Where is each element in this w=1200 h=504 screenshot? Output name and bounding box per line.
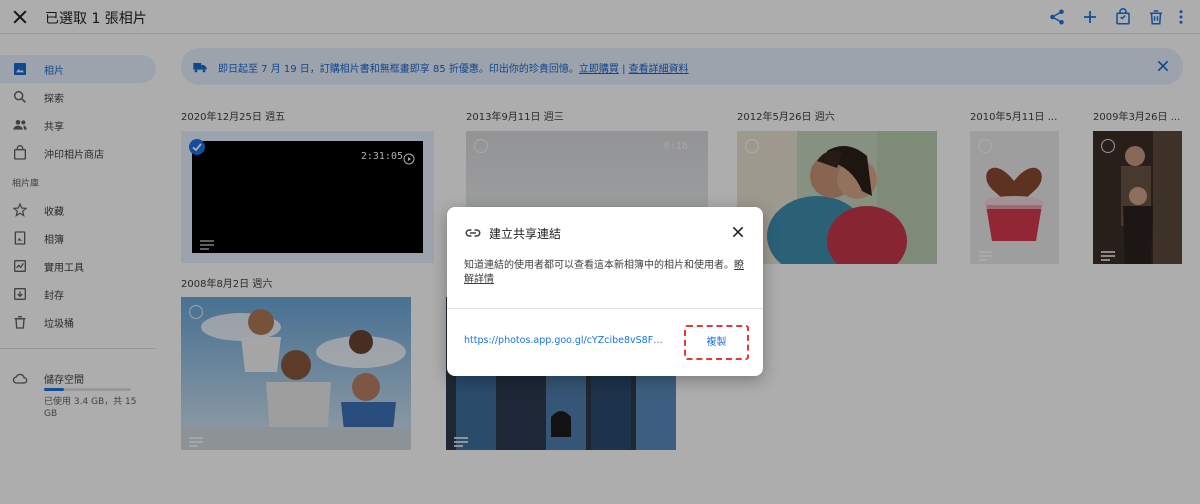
share-url[interactable]: https://photos.app.goo.gl/cYZcibe8vS8Fj.… bbox=[464, 335, 664, 346]
link-icon bbox=[464, 224, 482, 242]
dialog-description: 知道連結的使用者都可以查看這本新相簿中的相片和使用者。瞭解詳情 bbox=[464, 259, 748, 287]
google-photos-app: 已選取 1 張相片 相片 探索 共享 沖印相片商店 相片庫 收藏 相簿 實用工具… bbox=[0, 0, 1200, 504]
dialog-title: 建立共享連結 bbox=[489, 227, 562, 241]
dialog-close-icon[interactable] bbox=[730, 224, 746, 240]
dialog-divider bbox=[447, 308, 763, 309]
dialog-description-text: 知道連結的使用者都可以查看這本新相簿中的相片和使用者。 bbox=[464, 260, 734, 271]
copy-button[interactable]: 複製 bbox=[694, 332, 739, 353]
copy-highlight-box: 複製 bbox=[684, 325, 749, 360]
share-link-dialog: 建立共享連結 知道連結的使用者都可以查看這本新相簿中的相片和使用者。瞭解詳情 h… bbox=[447, 207, 763, 376]
